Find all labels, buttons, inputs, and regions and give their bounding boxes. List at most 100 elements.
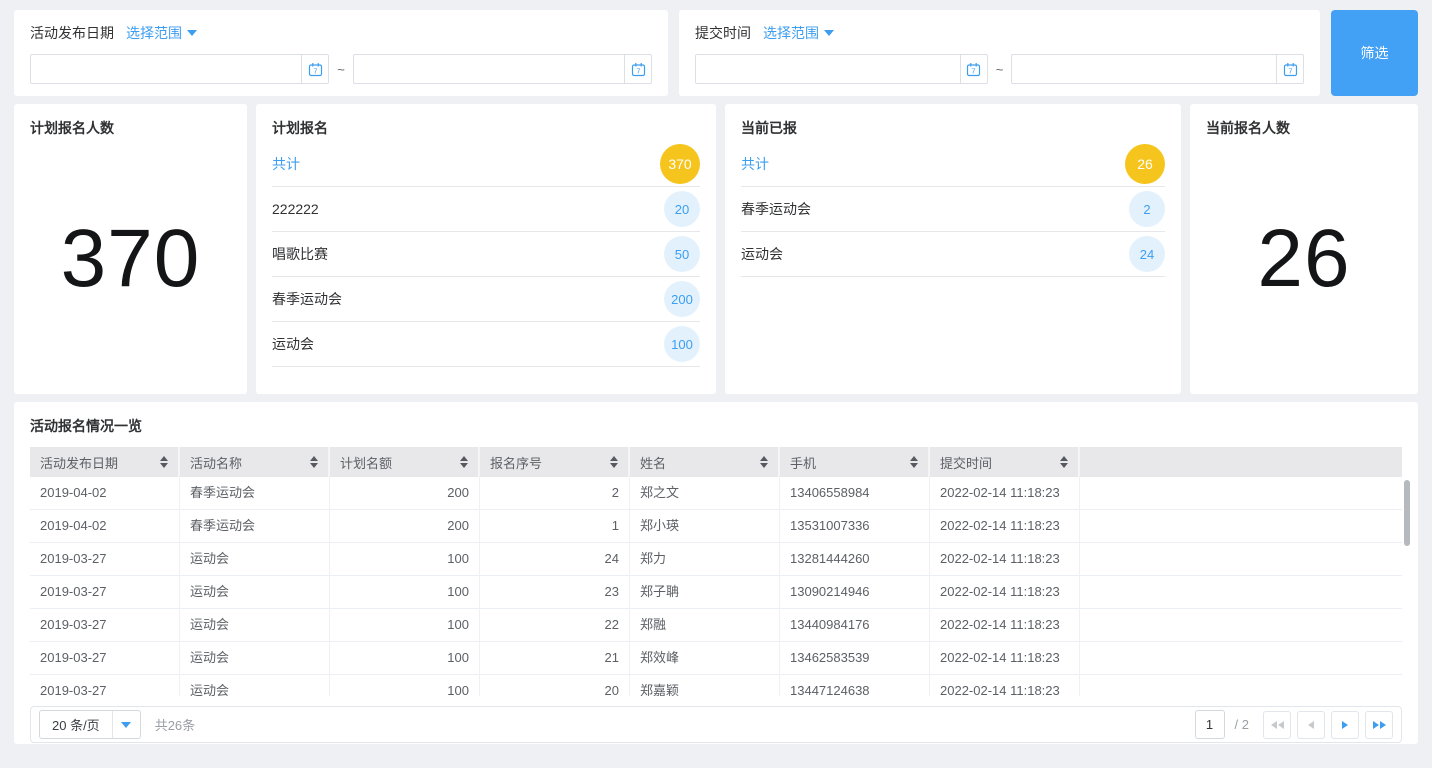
- stat-item-label: 运动会: [272, 334, 314, 354]
- stat-item-label: 222222: [272, 201, 319, 217]
- column-header[interactable]: 报名序号: [480, 447, 630, 477]
- current-total-value: 26: [1206, 138, 1402, 380]
- last-page-button[interactable]: [1365, 711, 1393, 739]
- release-date-end-input[interactable]: 7: [353, 54, 652, 84]
- table-cell: 运动会: [180, 609, 330, 642]
- table-cell: 郑嘉颖: [630, 675, 780, 696]
- sort-asc-icon: [610, 456, 618, 461]
- stat-total-link[interactable]: 共计: [272, 154, 300, 174]
- submit-time-start-field[interactable]: [696, 55, 960, 83]
- table-row: 2019-04-02春季运动会2002郑之文134065589842022-02…: [30, 477, 1402, 510]
- first-page-button[interactable]: [1263, 711, 1291, 739]
- table-cell: 1: [480, 510, 630, 543]
- calendar-icon[interactable]: 7: [960, 55, 987, 83]
- table-cell: 21: [480, 642, 630, 675]
- release-date-filter-panel: 活动发布日期 选择范围 7 ~ 7: [14, 10, 668, 96]
- chevron-down-icon: [112, 711, 140, 738]
- sort-icon: [460, 456, 468, 468]
- table-cell-spacer: [1080, 510, 1402, 543]
- column-header[interactable]: 活动发布日期: [30, 447, 180, 477]
- sort-desc-icon: [610, 463, 618, 468]
- next-page-button[interactable]: [1331, 711, 1359, 739]
- table-cell: 运动会: [180, 576, 330, 609]
- scrollbar-thumb[interactable]: [1404, 480, 1410, 546]
- submit-time-range-selector[interactable]: 选择范围: [763, 23, 834, 43]
- submit-time-inputs: 7 ~ 7: [695, 54, 1304, 84]
- calendar-icon[interactable]: 7: [1276, 55, 1303, 83]
- stat-list-item: 春季运动会2: [741, 187, 1165, 232]
- release-date-start-field[interactable]: [31, 55, 301, 83]
- stat-total-link[interactable]: 共计: [741, 154, 769, 174]
- release-date-end-field[interactable]: [354, 55, 624, 83]
- stat-list-item: 运动会24: [741, 232, 1165, 277]
- pagination-bar: 20 条/页 共26条 1 / 2: [30, 706, 1402, 743]
- column-header-spacer: [1080, 447, 1402, 477]
- prev-page-button[interactable]: [1297, 711, 1325, 739]
- table-cell: 24: [480, 543, 630, 576]
- filter-button[interactable]: 筛选: [1331, 10, 1418, 96]
- table-cell: 13531007336: [780, 510, 930, 543]
- table-row: 2019-03-27运动会10021郑效峰134625835392022-02-…: [30, 642, 1402, 675]
- submit-time-range-label: 选择范围: [763, 23, 819, 43]
- release-date-range-selector[interactable]: 选择范围: [126, 23, 197, 43]
- table-cell: 100: [330, 675, 480, 696]
- table-cell: 2019-04-02: [30, 477, 180, 510]
- planned-list-title: 计划报名: [272, 118, 700, 138]
- table-cell: 运动会: [180, 543, 330, 576]
- chevron-left-icon: [1308, 721, 1314, 729]
- stat-count-badge: 200: [664, 281, 700, 317]
- column-header[interactable]: 手机: [780, 447, 930, 477]
- column-header[interactable]: 活动名称: [180, 447, 330, 477]
- table-cell: 2022-02-14 11:18:23: [930, 675, 1080, 696]
- table-cell: 2019-03-27: [30, 576, 180, 609]
- table-cell: 2019-03-27: [30, 543, 180, 576]
- planned-total-card: 计划报名人数 370: [14, 104, 247, 394]
- svg-text:7: 7: [1288, 66, 1292, 75]
- submit-time-start-input[interactable]: 7: [695, 54, 988, 84]
- stat-list-item: 运动会100: [272, 322, 700, 367]
- filter-bar: 活动发布日期 选择范围 7 ~ 7 提交时间: [14, 10, 1418, 96]
- double-chevron-left-icon: [1271, 721, 1284, 729]
- page-size-select[interactable]: 20 条/页: [39, 710, 141, 739]
- svg-text:7: 7: [636, 66, 640, 75]
- table-row: 2019-03-27运动会10023郑子聃130902149462022-02-…: [30, 576, 1402, 609]
- chevron-down-icon: [187, 30, 197, 36]
- column-header-label: 报名序号: [490, 453, 542, 472]
- sort-icon: [910, 456, 918, 468]
- table-cell-spacer: [1080, 609, 1402, 642]
- table-cell: 100: [330, 642, 480, 675]
- stat-item-label: 运动会: [741, 244, 783, 264]
- stat-cards-row: 计划报名人数 370 计划报名 共计37022222220唱歌比赛50春季运动会…: [14, 104, 1418, 394]
- current-page-input[interactable]: 1: [1195, 710, 1225, 739]
- table-cell: 春季运动会: [180, 510, 330, 543]
- double-chevron-right-icon: [1373, 721, 1386, 729]
- table-cell: 2022-02-14 11:18:23: [930, 576, 1080, 609]
- table-cell: 13462583539: [780, 642, 930, 675]
- column-header[interactable]: 计划名额: [330, 447, 480, 477]
- submit-time-filter-panel: 提交时间 选择范围 7 ~ 7: [679, 10, 1320, 96]
- planned-list: 共计37022222220唱歌比赛50春季运动会200运动会100: [272, 142, 700, 367]
- submit-time-filter-header: 提交时间 选择范围: [695, 23, 1304, 43]
- column-header-label: 活动发布日期: [40, 453, 118, 472]
- table-cell: 13447124638: [780, 675, 930, 696]
- stat-count-badge: 2: [1129, 191, 1165, 227]
- table-body: 2019-04-02春季运动会2002郑之文134065589842022-02…: [30, 477, 1402, 696]
- table-cell: 郑力: [630, 543, 780, 576]
- table-row: 2019-03-27运动会10020郑嘉颖134471246382022-02-…: [30, 675, 1402, 696]
- release-date-start-input[interactable]: 7: [30, 54, 329, 84]
- table-cell: 20: [480, 675, 630, 696]
- column-header[interactable]: 提交时间: [930, 447, 1080, 477]
- column-header[interactable]: 姓名: [630, 447, 780, 477]
- submit-time-end-field[interactable]: [1012, 55, 1276, 83]
- stat-list-item: 唱歌比赛50: [272, 232, 700, 277]
- stat-item-label: 唱歌比赛: [272, 244, 328, 264]
- svg-text:7: 7: [313, 66, 317, 75]
- pagination-left: 20 条/页 共26条: [39, 710, 195, 739]
- table-cell: 2019-03-27: [30, 675, 180, 696]
- submit-time-end-input[interactable]: 7: [1011, 54, 1304, 84]
- table-cell: 2022-02-14 11:18:23: [930, 510, 1080, 543]
- table-cell: 郑之文: [630, 477, 780, 510]
- calendar-icon[interactable]: 7: [624, 55, 651, 83]
- calendar-icon[interactable]: 7: [301, 55, 328, 83]
- table-cell: 13090214946: [780, 576, 930, 609]
